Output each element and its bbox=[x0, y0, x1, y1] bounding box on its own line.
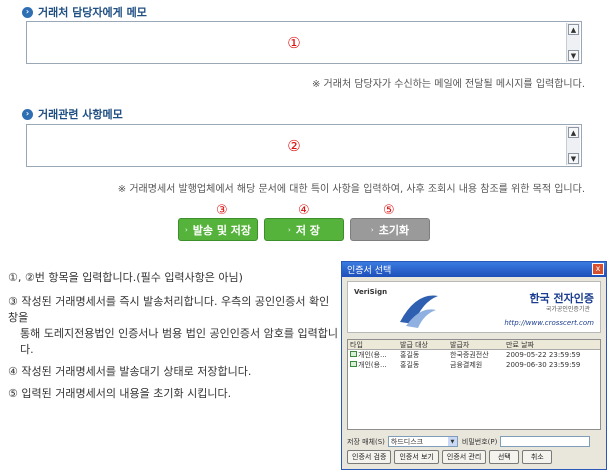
table-row[interactable]: 개인(용... 홍길동 금융결제원 2009-06-30 23:59:59 bbox=[348, 360, 600, 370]
scroll-up-icon[interactable]: ▲ bbox=[568, 24, 579, 35]
col-issuer[interactable]: 발급자 bbox=[448, 340, 504, 350]
password-input[interactable] bbox=[500, 436, 591, 447]
bullet-arrow-icon: › bbox=[22, 108, 33, 120]
dialog-fields: 저장 매체(S) 하드디스크 ▼ 비밀번호(P) bbox=[347, 436, 591, 447]
memo-1-scrollbar[interactable]: ▲ ▼ bbox=[566, 23, 580, 62]
swoosh-logo-icon bbox=[400, 295, 438, 328]
dialog-titlebar[interactable]: 인증서 선택 x bbox=[342, 262, 606, 277]
memo-2-scrollbar[interactable]: ▲ ▼ bbox=[566, 126, 580, 165]
col-expiry[interactable]: 만료 날짜 bbox=[504, 340, 600, 350]
certificate-icon bbox=[350, 361, 357, 367]
button-5-number: ⑤ bbox=[383, 203, 395, 218]
select-button[interactable]: 선택 bbox=[489, 450, 520, 464]
bullet-arrow-icon: › bbox=[22, 6, 33, 18]
scroll-down-icon[interactable]: ▼ bbox=[568, 153, 579, 164]
verisign-logo: VeriSign bbox=[354, 288, 388, 296]
memo-2-number: ② bbox=[287, 136, 301, 155]
manage-certificate-button[interactable]: 인증서 관리 bbox=[441, 450, 487, 464]
memo-to-partner-label: 거래처 담당자에게 메모 bbox=[38, 6, 147, 19]
button-4-number: ④ bbox=[298, 203, 310, 218]
chevron-right-icon: › bbox=[288, 225, 291, 234]
memo-1-number: ① bbox=[287, 33, 301, 52]
storage-value: 하드디스크 bbox=[390, 438, 424, 446]
close-icon[interactable]: x bbox=[592, 263, 604, 275]
memo-2-hint: ※ 거래명세서 발행업체에서 해당 문서에 대한 특이 사항을 입력하여, 사후… bbox=[117, 184, 585, 195]
memo-to-partner-textarea[interactable]: ① ▲ ▼ bbox=[26, 21, 582, 64]
reset-button[interactable]: › 초기화 bbox=[350, 218, 430, 241]
save-button[interactable]: › 저 장 bbox=[264, 218, 344, 241]
col-type[interactable]: 타입 bbox=[348, 340, 398, 350]
instructions-list: ①, ②번 항목을 입력합니다.(필수 입력사항은 아님) ③ 작성된 거래명세… bbox=[8, 270, 338, 402]
storage-label: 저장 매체(S) bbox=[347, 437, 385, 446]
send-and-save-button[interactable]: › 발송 및 저장 bbox=[178, 218, 258, 241]
note-2-cont: 통해 도레지전용법인 인증서나 범용 법인 공인인증서 암호를 입력합니다. bbox=[20, 327, 338, 356]
chevron-right-icon: › bbox=[184, 225, 188, 234]
transaction-memo-label: 거래관련 사항메모 bbox=[38, 108, 123, 121]
transaction-memo-textarea[interactable]: ② ▲ ▼ bbox=[26, 124, 582, 167]
send-and-save-label: 발송 및 저장 bbox=[192, 223, 252, 237]
certificate-dialog: 인증서 선택 x VeriSign 한국 전자인증 국가공인인증기관 http:… bbox=[341, 261, 607, 470]
verify-certificate-button[interactable]: 인증서 검증 bbox=[347, 450, 392, 464]
table-header: 타입 발급 대상 발급자 만료 날짜 bbox=[348, 340, 600, 350]
table-row[interactable]: 개인(용... 홍길동 한국증권전산 2009-05-22 23:59:59 bbox=[348, 350, 600, 360]
col-subject[interactable]: 발급 대상 bbox=[398, 340, 448, 350]
reset-label: 초기화 bbox=[378, 223, 410, 237]
dialog-title: 인증서 선택 bbox=[347, 266, 392, 276]
view-certificate-button[interactable]: 인증서 보기 bbox=[394, 450, 439, 464]
storage-select[interactable]: 하드디스크 ▼ bbox=[387, 436, 458, 447]
dialog-banner: VeriSign 한국 전자인증 국가공인인증기관 http://www.cro… bbox=[347, 281, 601, 333]
memo-to-partner-title: › 거래처 담당자에게 메모 bbox=[22, 5, 147, 19]
note-4: ⑤ 입력된 거래명세서의 내용을 초기화 시킵니다. bbox=[8, 387, 232, 400]
memo-1-hint: ※ 거래처 담당자가 수신하는 메일에 전달될 메시지를 입력합니다. bbox=[311, 79, 585, 90]
button-3-number: ③ bbox=[216, 203, 228, 218]
dialog-buttons: 인증서 검증 인증서 보기 인증서 관리 선택 취소 bbox=[347, 450, 553, 464]
crosscert-subtitle: 국가공인인증기관 bbox=[545, 306, 590, 313]
crosscert-url: http://www.crosscert.com bbox=[504, 319, 594, 327]
save-label: 저 장 bbox=[295, 223, 320, 237]
transaction-memo-title: › 거래관련 사항메모 bbox=[22, 107, 123, 121]
chevron-right-icon: › bbox=[370, 225, 374, 234]
cancel-button[interactable]: 취소 bbox=[522, 450, 553, 464]
password-label: 비밀번호(P) bbox=[461, 437, 498, 446]
scroll-down-icon[interactable]: ▼ bbox=[568, 50, 579, 61]
note-3: ④ 작성된 거래명세서를 발송대기 상태로 저장합니다. bbox=[8, 365, 252, 378]
chevron-down-icon[interactable]: ▼ bbox=[447, 437, 457, 446]
note-1: ①, ②번 항목을 입력합니다.(필수 입력사항은 아님) bbox=[8, 271, 243, 284]
note-2: ③ 작성된 거래명세서를 즉시 발송처리합니다. 우측의 공인인증서 확인창을 bbox=[8, 295, 330, 324]
certificate-table: 타입 발급 대상 발급자 만료 날짜 개인(용... 홍길동 한국증권전산 20… bbox=[347, 339, 601, 430]
scroll-up-icon[interactable]: ▲ bbox=[568, 127, 579, 138]
certificate-icon bbox=[350, 351, 357, 357]
